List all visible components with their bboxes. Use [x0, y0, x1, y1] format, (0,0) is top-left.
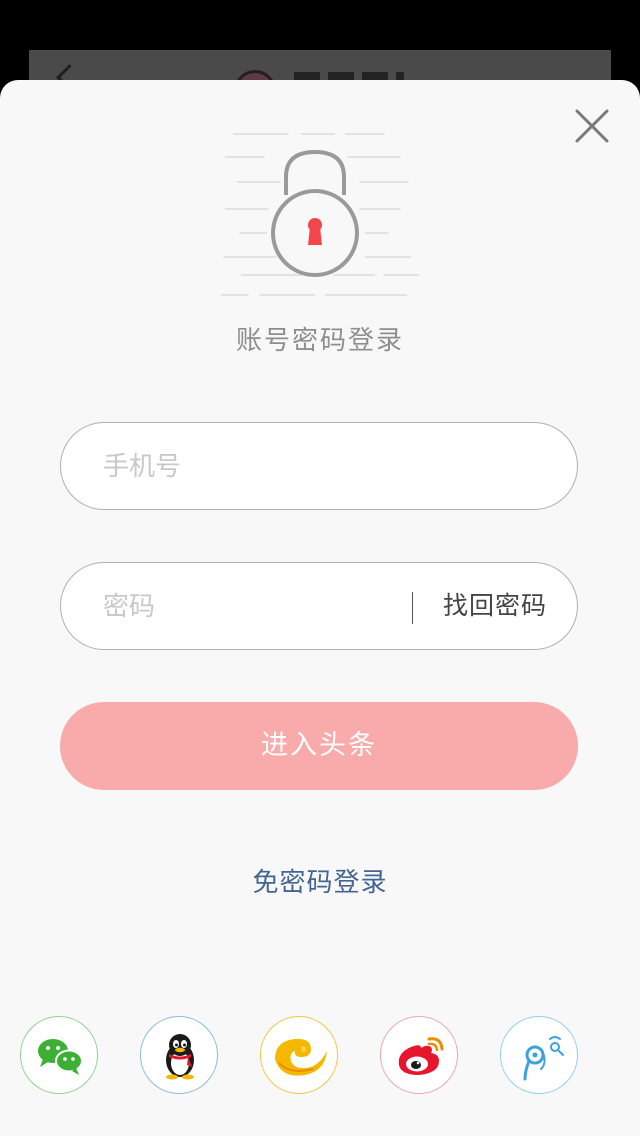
field-divider [412, 592, 413, 624]
close-icon [575, 109, 609, 143]
tencent-weibo-login-button[interactable] [500, 1016, 578, 1094]
tencent-weibo-icon [523, 1036, 564, 1081]
weibo-icon [398, 1037, 444, 1075]
lock-illustration [210, 125, 430, 305]
wechat-icon [38, 1039, 83, 1075]
lock-icon [221, 133, 419, 296]
submit-button[interactable]: 进入头条 [60, 702, 578, 790]
password-field[interactable]: 找回密码 [60, 562, 578, 651]
password-input[interactable] [101, 563, 405, 651]
weibo-login-button[interactable] [380, 1016, 458, 1094]
close-button[interactable] [568, 102, 616, 150]
qq-login-button[interactable] [140, 1016, 218, 1094]
wechat-login-button[interactable] [20, 1016, 98, 1094]
social-login-row [0, 1016, 640, 1096]
tianyi-login-button[interactable] [260, 1016, 338, 1094]
phone-input[interactable] [101, 423, 405, 511]
login-sheet: 账号密码登录 找回密码 进入头条 免密码登录 [0, 80, 640, 1136]
forgot-password-link[interactable]: 找回密码 [443, 563, 547, 649]
passwordless-login-link[interactable]: 免密码登录 [0, 862, 640, 899]
qq-icon [166, 1034, 194, 1080]
page-title: 账号密码登录 [235, 326, 404, 356]
phone-field[interactable] [60, 422, 578, 511]
tianyi-icon [275, 1038, 327, 1076]
